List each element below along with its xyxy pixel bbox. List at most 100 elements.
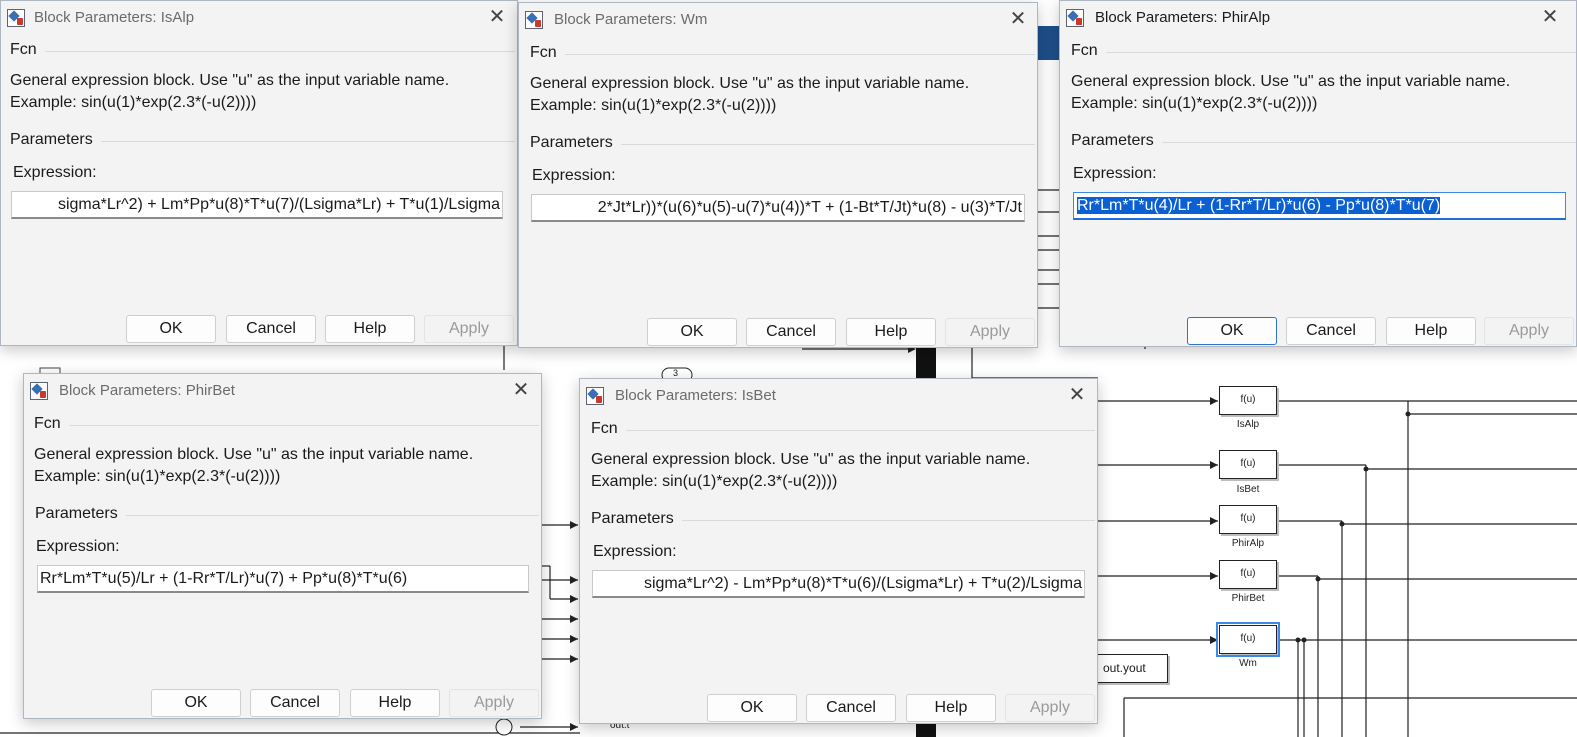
help-button[interactable]: Help: [906, 694, 996, 722]
divider: [45, 51, 515, 52]
close-icon[interactable]: ✕: [1005, 7, 1031, 33]
to-workspace-block[interactable]: out.yout: [1096, 654, 1168, 683]
goto-tag-label: 3: [673, 368, 679, 378]
simulink-app-icon: [30, 382, 48, 400]
title-bar[interactable]: Block Parameters: IsBet ✕: [580, 379, 1097, 412]
expression-text: 2*Jt*Lr))*(u(6)*u(5)-u(7)*u(4))*T + (1-B…: [597, 199, 1022, 216]
description-line-2: Example: sin(u(1)*exp(2.3*(-u(2)))): [34, 468, 281, 485]
fcn-block-label: Wm: [1239, 658, 1257, 669]
fcn-block-label: IsBet: [1236, 484, 1260, 495]
description-line-2: Example: sin(u(1)*exp(2.3*(-u(2)))): [1071, 95, 1318, 112]
title-bar[interactable]: Block Parameters: IsAlp ✕: [1, 1, 517, 34]
expression-input[interactable]: Rr*Lm*T*u(5)/Lr + (1-Rr*T/Lr)*u(7) + Pp*…: [37, 565, 529, 593]
expression-label: Expression:: [593, 543, 677, 560]
expression-input[interactable]: sigma*Lr^2) - Lm*Pp*u(8)*T*u(6)/(Lsigma*…: [592, 570, 1085, 598]
fcn-block-label: PhirAlp: [1231, 538, 1265, 549]
description-line-2: Example: sin(u(1)*exp(2.3*(-u(2)))): [591, 473, 838, 490]
expression-input[interactable]: 2*Jt*Lr))*(u(6)*u(5)-u(7)*u(4))*T + (1-B…: [531, 194, 1025, 222]
close-icon[interactable]: ✕: [484, 5, 510, 31]
title-bar[interactable]: Block Parameters: PhirAlp ✕: [1060, 1, 1576, 34]
parameters-group-label: Parameters: [1071, 132, 1154, 149]
parameters-group-label: Parameters: [591, 510, 674, 527]
help-button[interactable]: Help: [350, 689, 440, 717]
help-button[interactable]: Help: [325, 315, 415, 343]
cancel-button[interactable]: Cancel: [250, 689, 340, 717]
divider: [70, 425, 539, 426]
dialog-isalp[interactable]: Block Parameters: IsAlp ✕ Fcn General ex…: [0, 0, 518, 346]
help-button[interactable]: Help: [1386, 317, 1476, 345]
ok-button[interactable]: OK: [151, 689, 241, 717]
fcn-block-phiralp[interactable]: f(u): [1219, 505, 1277, 534]
expression-text: sigma*Lr^2) - Lm*Pp*u(8)*T*u(6)/(Lsigma*…: [643, 575, 1082, 592]
fcn-group-label: Fcn: [1071, 42, 1098, 59]
fcn-block-isbet[interactable]: f(u): [1219, 450, 1277, 479]
divider: [682, 520, 1095, 521]
cancel-button[interactable]: Cancel: [226, 315, 316, 343]
apply-button[interactable]: Apply: [945, 318, 1035, 346]
dialog-wm[interactable]: Block Parameters: Wm ✕ Fcn General expre…: [518, 2, 1038, 348]
divider: [101, 141, 515, 142]
title-bar[interactable]: Block Parameters: Wm ✕: [519, 3, 1037, 36]
expression-text: sigma*Lr^2) + Lm*Pp*u(8)*T*u(7)/(Lsigma*…: [57, 196, 500, 213]
simulink-app-icon: [586, 387, 604, 405]
apply-button[interactable]: Apply: [1005, 694, 1095, 722]
apply-button[interactable]: Apply: [424, 315, 514, 343]
parameters-group-label: Parameters: [35, 505, 118, 522]
divider: [621, 144, 1035, 145]
fcn-group-label: Fcn: [591, 420, 618, 437]
close-icon[interactable]: ✕: [1064, 383, 1090, 409]
cancel-button[interactable]: Cancel: [1286, 317, 1376, 345]
dialog-title: Block Parameters: Wm: [554, 11, 708, 28]
description-line-1: General expression block. Use "u" as the…: [1071, 73, 1511, 90]
fcn-block-phirbet[interactable]: f(u): [1219, 560, 1277, 589]
fcn-block-wm[interactable]: f(u): [1216, 622, 1280, 657]
expression-label: Expression:: [13, 164, 97, 181]
simulink-app-icon: [1066, 9, 1084, 27]
ok-button[interactable]: OK: [647, 318, 737, 346]
fcn-group-label: Fcn: [34, 415, 61, 432]
expression-input[interactable]: Rr*Lm*T*u(4)/Lr + (1-Rr*T/Lr)*u(6) - Pp*…: [1073, 192, 1566, 220]
description-line-2: Example: sin(u(1)*exp(2.3*(-u(2)))): [530, 97, 777, 114]
dialog-title: Block Parameters: IsBet: [615, 387, 776, 404]
fcn-block-label: IsAlp: [1236, 419, 1260, 430]
expression-text-selected: Rr*Lm*T*u(4)/Lr + (1-Rr*T/Lr)*u(6) - Pp*…: [1077, 197, 1441, 214]
description-line-1: General expression block. Use "u" as the…: [10, 72, 450, 89]
close-icon[interactable]: ✕: [1537, 5, 1563, 31]
dialog-title: Block Parameters: PhirAlp: [1095, 9, 1271, 26]
fcn-group-label: Fcn: [530, 44, 557, 61]
apply-button[interactable]: Apply: [1484, 317, 1574, 345]
parameters-group-label: Parameters: [530, 134, 613, 151]
dialog-isbet[interactable]: Block Parameters: IsBet ✕ Fcn General ex…: [579, 378, 1098, 724]
divider: [626, 430, 1095, 431]
divider: [565, 54, 1035, 55]
description-line-1: General expression block. Use "u" as the…: [34, 446, 474, 463]
dialog-phirbet[interactable]: Block Parameters: PhirBet ✕ Fcn General …: [23, 373, 542, 719]
ok-button[interactable]: OK: [1187, 317, 1277, 345]
dialog-title: Block Parameters: PhirBet: [59, 382, 235, 399]
cancel-button[interactable]: Cancel: [806, 694, 896, 722]
simulink-app-icon: [7, 9, 25, 27]
help-button[interactable]: Help: [846, 318, 936, 346]
parameters-group-label: Parameters: [10, 131, 93, 148]
fcn-group-label: Fcn: [10, 41, 37, 58]
dialog-title: Block Parameters: IsAlp: [34, 9, 195, 26]
cancel-button[interactable]: Cancel: [746, 318, 836, 346]
expression-label: Expression:: [1073, 165, 1157, 182]
ok-button[interactable]: OK: [126, 315, 216, 343]
expression-input[interactable]: sigma*Lr^2) + Lm*Pp*u(8)*T*u(7)/(Lsigma*…: [11, 191, 503, 219]
description-line-2: Example: sin(u(1)*exp(2.3*(-u(2)))): [10, 94, 257, 111]
simulink-app-icon: [525, 11, 543, 29]
dialog-phiralp[interactable]: Block Parameters: PhirAlp ✕ Fcn General …: [1059, 0, 1577, 347]
title-bar[interactable]: Block Parameters: PhirBet ✕: [24, 374, 541, 407]
fcn-block-isalp[interactable]: f(u): [1219, 386, 1277, 415]
ok-button[interactable]: OK: [707, 694, 797, 722]
divider: [1106, 52, 1576, 53]
expression-text: Rr*Lm*T*u(5)/Lr + (1-Rr*T/Lr)*u(7) + Pp*…: [40, 570, 408, 587]
expression-label: Expression:: [36, 538, 120, 555]
close-icon[interactable]: ✕: [508, 378, 534, 404]
apply-button[interactable]: Apply: [449, 689, 539, 717]
description-line-1: General expression block. Use "u" as the…: [591, 451, 1031, 468]
divider: [1162, 142, 1576, 143]
expression-label: Expression:: [532, 167, 616, 184]
description-line-1: General expression block. Use "u" as the…: [530, 75, 970, 92]
